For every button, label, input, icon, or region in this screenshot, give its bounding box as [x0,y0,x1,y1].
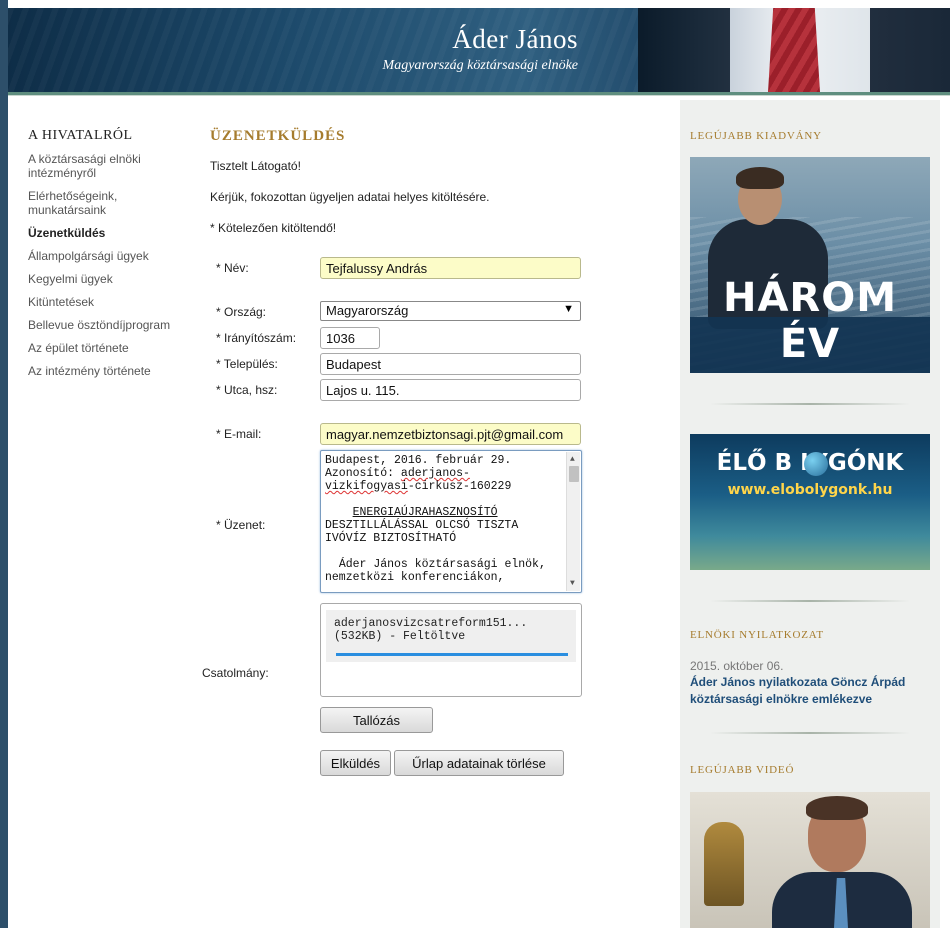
required-note: * Kötelezően kitöltendő! [210,221,337,235]
header-divider-light [8,95,950,96]
statement-link[interactable]: Áder János nyilatkozata Göncz Árpád közt… [690,674,930,708]
sidebar-nav: A HIVATALRÓL A köztársasági elnöki intéz… [28,128,188,387]
promo-harom-ev-text: HÁROM ÉV [722,275,898,367]
street-label: * Utca, hsz: [216,383,278,397]
textarea-scrollbar[interactable]: ▲ ▼ [566,452,580,591]
right-sidebar: LEGÚJABB KIADVÁNY HÁROM ÉV ÉLŐ B LYGÓNK … [680,100,940,928]
zip-input[interactable]: 1036 [320,327,380,349]
country-select-value: Magyarország [326,303,409,318]
message-textarea[interactable]: Budapest, 2016. február 29. Azonosító: a… [320,450,582,593]
nav-item-intezmeny-tortenete[interactable]: Az intézmény története [28,364,188,378]
scrollbar-thumb[interactable] [569,466,579,482]
attachment-label: Csatolmány: [202,666,269,680]
city-input[interactable]: Budapest [320,353,581,375]
promo-person-hair [736,167,784,189]
send-button[interactable]: Elküldés [320,750,391,776]
site-title[interactable]: Áder János [348,24,578,55]
statement-date: 2015. október 06. [690,659,784,673]
scroll-up-icon[interactable]: ▲ [570,453,575,466]
email-label: * E-mail: [216,427,262,441]
promo-elo-bolygonk[interactable]: ÉLŐ B LYGÓNK www.elobolygonk.hu [690,434,930,570]
left-border-strip [0,0,8,928]
promo-harom-ev[interactable]: HÁROM ÉV [690,157,930,373]
greeting-text: Tisztelt Látogató! [210,159,301,173]
sidebar-divider [710,732,910,734]
nav-item-kituntetesek[interactable]: Kitüntetések [28,295,188,309]
message-line: IVÓVÍZ BIZTOSÍTHATÓ [325,532,457,545]
nav-item-allampolgarsag[interactable]: Állampolgársági ügyek [28,249,188,263]
dropdown-arrow-icon: ▼ [563,303,574,315]
sidebar-divider [710,403,910,405]
site-subtitle: Magyarország köztársasági elnöke [382,58,578,73]
country-label: * Ország: [216,305,267,319]
message-line: DESZTILLÁLÁSSAL OLCSÓ TISZTA [325,519,519,532]
message-line: Azonosító: [325,467,401,480]
page-title: ÜZENETKÜLDÉS [210,128,346,144]
nav-item-elerhetosegek[interactable]: Elérhetőségeink, munkatársaink [28,189,188,217]
header-photo-tie [768,8,820,92]
main-content: ÜZENETKÜLDÉS Tisztelt Látogató! Kérjük, … [210,128,670,252]
nav-item-bellevue[interactable]: Bellevue ösztöndíjprogram [28,318,188,332]
upload-progress-bar [336,653,568,656]
message-line: Budapest, 2016. február 29. [325,454,512,467]
nav-title: A HIVATALRÓL [28,128,133,143]
attachment-filename: aderjanosvizcsatreform151... [334,617,528,630]
street-input[interactable]: Lajos u. 115. [320,379,581,401]
attachment-file-item: aderjanosvizcsatreform151... (532KB) - F… [326,610,576,662]
email-input[interactable]: magyar.nemzetbiztonsagi.pjt@gmail.com [320,423,581,445]
globe-icon [804,452,828,476]
promo-elo-bolygonk-url: www.elobolygonk.hu [727,482,893,498]
message-line: Áder János köztársasági elnök, [338,558,546,571]
message-line: nemzetközi konferenciákon, [325,571,505,584]
latest-publication-title: LEGÚJABB KIADVÁNY [690,130,822,142]
message-label: * Üzenet: [216,518,266,532]
message-line: ENERGIAÚJRAHASZNOSÍTÓ [352,506,498,519]
latest-video-title: LEGÚJABB VIDEÓ [690,764,795,776]
zip-label: * Irányítószám: [216,331,297,345]
city-label: * Település: [216,357,278,371]
country-select[interactable]: Magyarország ▼ [320,301,581,321]
browse-button[interactable]: Tallózás [320,707,433,733]
attachment-status: (532KB) - Feltöltve [334,630,466,643]
message-line: -cirkusz-160229 [407,480,512,493]
name-input[interactable]: Tejfalussy András [320,257,581,279]
nav-item-epulet[interactable]: Az épület története [28,341,188,355]
name-label: * Név: [216,261,249,275]
video-person-hair [806,796,868,820]
scroll-down-icon[interactable]: ▼ [570,577,575,590]
clear-form-button[interactable]: Űrlap adatainak törlése [394,750,564,776]
nav-item-kegyelmi[interactable]: Kegyelmi ügyek [28,272,188,286]
message-line: aderjanos- [400,467,470,480]
video-clock [704,822,744,906]
statement-title: ELNÖKI NYILATKOZAT [690,629,824,641]
latest-video-thumbnail[interactable] [690,792,930,928]
instruction-text: Kérjük, fokozottan ügyeljen adatai helye… [210,190,490,204]
message-line: vizkifogyasi [325,480,408,493]
nav-item-uzenetkuldes[interactable]: Üzenetküldés [28,226,188,240]
nav-item-intezmeny[interactable]: A köztársasági elnöki intézményről [28,152,188,180]
site-header: Áder János Magyarország köztársasági eln… [8,8,950,92]
attachment-box[interactable]: aderjanosvizcsatreform151... (532KB) - F… [320,603,582,697]
sidebar-divider [710,600,910,602]
